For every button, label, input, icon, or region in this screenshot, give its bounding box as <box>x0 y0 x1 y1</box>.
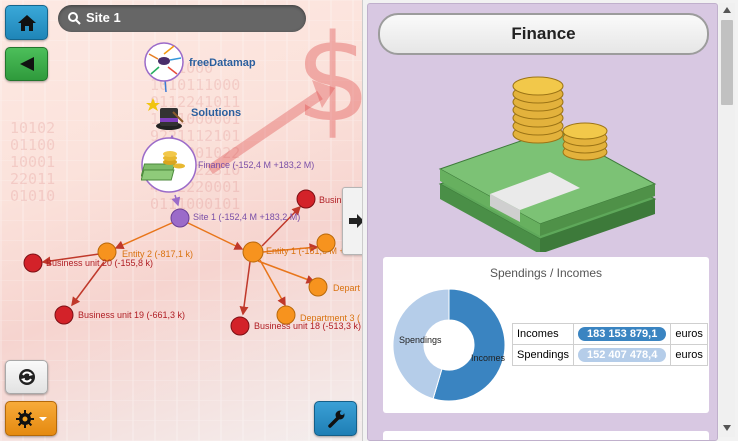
row-value-cell: 152 407 478,4 <box>572 344 672 366</box>
node-bu18-circle[interactable] <box>230 316 252 338</box>
row-unit-incomes: euros <box>670 323 708 345</box>
table-row: Incomes 183 153 879,1 euros <box>512 323 708 345</box>
chart-title: Spendings / Incomes <box>489 266 603 280</box>
home-button[interactable] <box>5 5 48 40</box>
node-dept3-label[interactable]: Department 3 ( <box>300 313 360 323</box>
refresh-button[interactable] <box>5 360 48 394</box>
node-depart-label[interactable]: Depart <box>333 283 360 293</box>
back-button[interactable] <box>5 47 48 81</box>
row-value-cell: 183 153 879,1 <box>572 323 672 345</box>
pie-chart: Incomes Spendings <box>392 288 506 402</box>
node-bu19-label[interactable]: Business unit 19 (-661,3 k) <box>78 310 185 320</box>
magic-hat-icon[interactable] <box>145 94 185 136</box>
finance-table: Incomes 183 153 879,1 euros Spendings 15… <box>512 323 708 366</box>
gear-icon <box>16 409 47 428</box>
search-icon <box>68 12 81 25</box>
node-bu19-circle[interactable] <box>54 305 76 327</box>
row-label-spendings: Spendings <box>512 344 574 366</box>
pie-label-spendings: Spendings <box>399 335 442 345</box>
search-bar[interactable]: Site 1 <box>58 5 306 32</box>
details-panel: Finance Spendings / Incomes Incomes Spen… <box>362 0 738 441</box>
scrollbar-thumb[interactable] <box>721 20 733 105</box>
root-node-icon[interactable] <box>141 40 187 84</box>
row-unit-spendings: euros <box>670 344 708 366</box>
node-site-label[interactable]: Site 1 (-152,4 M +183,2 M) <box>193 212 300 222</box>
spendings-incomes-card: Spendings / Incomes Incomes Spendings Inc… <box>383 257 709 413</box>
money-stack-illustration <box>438 76 657 252</box>
finance-panel: Finance Spendings / Incomes Incomes Spen… <box>367 3 718 441</box>
node-busin-label[interactable]: Busin <box>319 195 342 205</box>
node-busin-circle[interactable] <box>296 189 318 211</box>
node-dept3-circle[interactable] <box>276 305 298 327</box>
node-depart-circle[interactable] <box>308 277 330 299</box>
node-site-circle[interactable] <box>170 208 192 230</box>
tools-button[interactable] <box>314 401 357 436</box>
node-bu20-label[interactable]: Business unit 20 (-155,8 k) <box>46 258 153 268</box>
spendings-value: 152 407 478,4 <box>578 348 667 362</box>
refresh-icon <box>18 369 35 385</box>
scroll-down-icon[interactable] <box>722 424 732 432</box>
node-orange-right-circle[interactable] <box>316 233 338 255</box>
vertical-scrollbar[interactable] <box>719 3 735 437</box>
wrench-icon <box>327 410 344 428</box>
node-solutions-label[interactable]: Solutions <box>191 107 241 119</box>
panel-title: Finance <box>378 13 709 55</box>
incomes-value: 183 153 879,1 <box>578 327 667 341</box>
node-finance-label[interactable]: Finance (-152,4 M +183,2 M) <box>198 160 314 170</box>
next-card <box>383 431 709 440</box>
table-row: Spendings 152 407 478,4 euros <box>512 344 708 366</box>
node-root-label[interactable]: freeDatamap <box>189 57 256 69</box>
scroll-up-icon[interactable] <box>722 6 732 14</box>
mind-map-canvas[interactable]: 0101000 1010111000 0112241011 1001000001… <box>0 0 362 441</box>
node-bu20-circle[interactable] <box>23 253 45 275</box>
node-entity1-circle[interactable] <box>242 241 266 265</box>
money-icon[interactable] <box>141 136 197 194</box>
back-arrow-icon <box>19 57 34 71</box>
row-label-incomes: Incomes <box>512 323 574 345</box>
search-label: Site 1 <box>86 10 121 25</box>
home-icon <box>17 14 36 31</box>
settings-button[interactable] <box>5 401 57 436</box>
pie-label-incomes: Incomes <box>471 353 506 363</box>
